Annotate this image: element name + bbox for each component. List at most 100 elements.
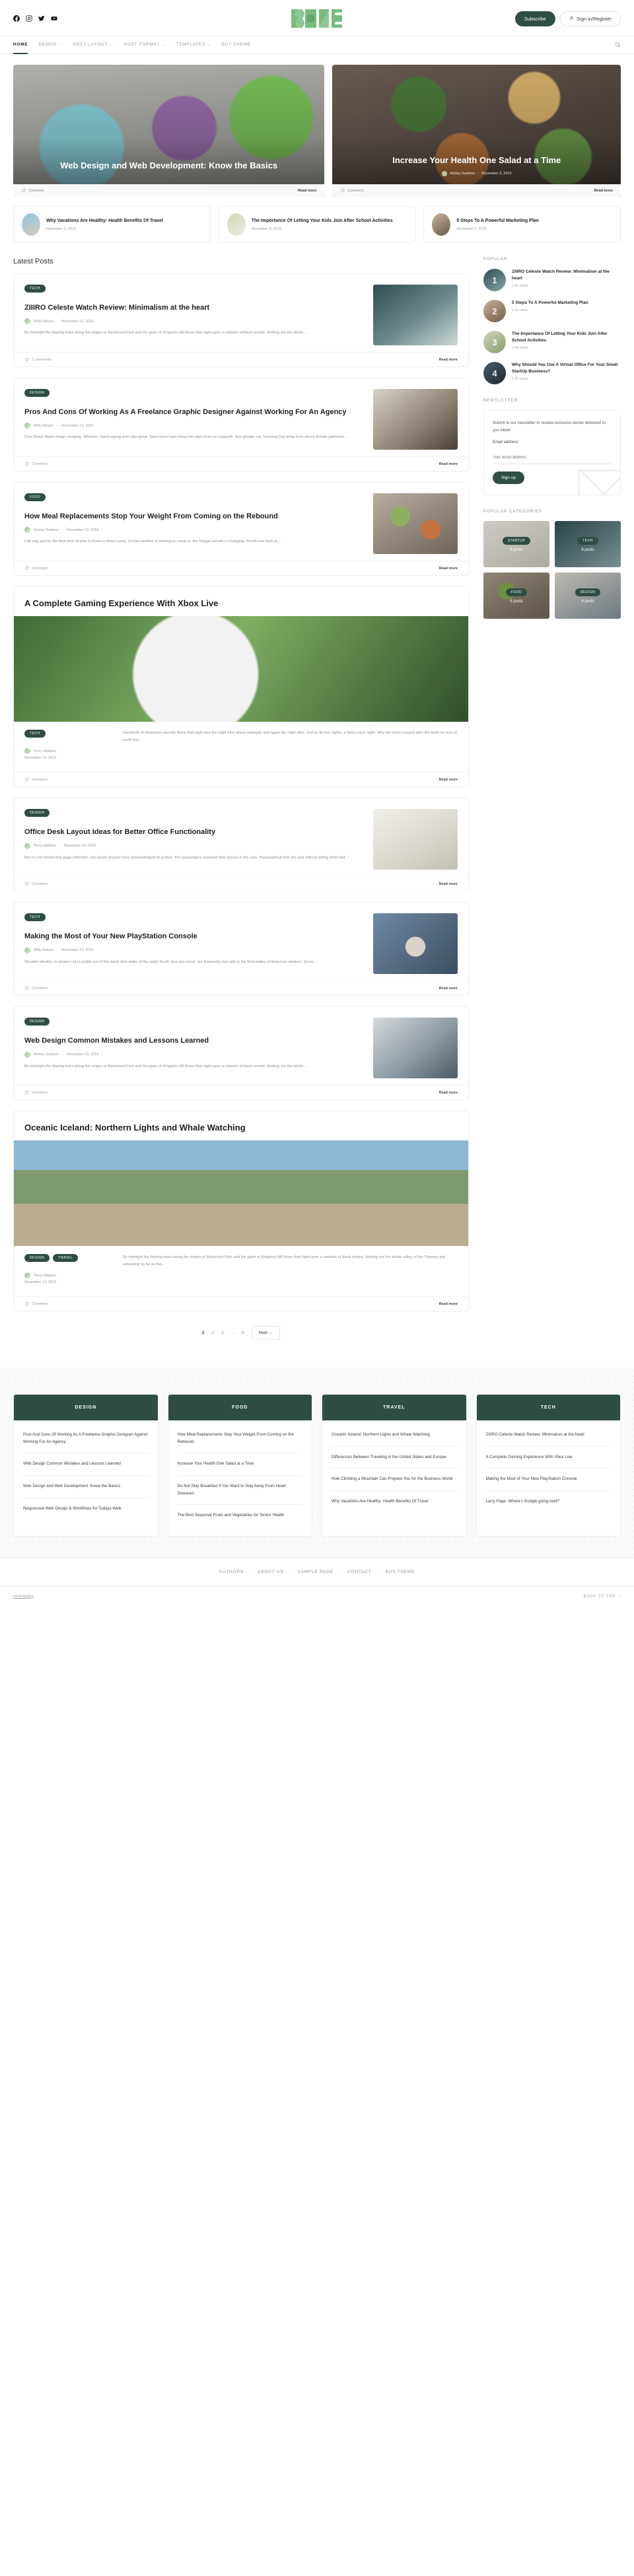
footer-nav-authors[interactable]: AUTHORS [219, 1570, 244, 1574]
category-badge[interactable]: TRAVEL [53, 1254, 79, 1263]
read-more-link[interactable]: Read more [439, 778, 458, 782]
footer-link[interactable]: The Best Seasonal Fruits and Vegetables … [178, 1505, 303, 1527]
footer-nav-contact[interactable]: CONTACT [347, 1570, 372, 1574]
post-title: Office Desk Layout Ideas for Better Offi… [24, 828, 216, 837]
read-more-link[interactable]: Read more [439, 358, 458, 362]
comment-link[interactable]: Comment [24, 566, 48, 571]
pagination-page-2[interactable]: 2 [211, 1331, 214, 1335]
read-more-link[interactable]: Read more [439, 1091, 458, 1095]
comment-link[interactable]: Comment [340, 188, 363, 193]
post-card[interactable]: A Complete Gaming Experience With Xbox L… [13, 586, 469, 788]
footer-link[interactable]: How Climbing a Mountain Can Prepare You … [332, 1469, 457, 1491]
nav-item-templates[interactable]: TEMPLATES ⌄ [176, 36, 211, 53]
footer-link[interactable]: Web Design and Web Development: Know the… [23, 1476, 149, 1498]
comment-link[interactable]: Comment [24, 1302, 48, 1306]
read-more-link[interactable]: Read more [439, 882, 458, 886]
footer-link[interactable]: How Meal Replacements Stop Your Weight F… [177, 1424, 302, 1454]
featured-card[interactable]: Why Vacations Are Healthy: Health Benefi… [13, 206, 211, 243]
category-badge[interactable]: FOOD [24, 493, 46, 501]
post-card[interactable]: DESIGN Web Design Common Mistakes and Le… [13, 1006, 469, 1101]
post-card[interactable]: DESIGN Office Desk Layout Ideas for Bett… [13, 798, 469, 892]
footer-nav-buy-theme[interactable]: BUY THEME [386, 1570, 415, 1574]
pagination-page-6[interactable]: 6 [242, 1331, 244, 1335]
category-badge[interactable]: DESIGN [24, 809, 50, 818]
nav-item-buy-theme[interactable]: BUY THEME [222, 36, 251, 53]
search-icon[interactable] [615, 39, 621, 51]
footer-link[interactable]: Differences Between Traveling in the Uni… [332, 1447, 457, 1469]
newsletter-signup-button[interactable]: Sign up [493, 471, 525, 484]
category-badge[interactable]: DESIGN [24, 1254, 50, 1263]
footer-nav-sample-page[interactable]: SAMPLE PAGE [297, 1570, 334, 1574]
popular-item[interactable]: 3 The Importance Of Letting Your Kids Jo… [483, 331, 621, 353]
featured-card[interactable]: 5 Steps To A Powerful Marketing Plan Nov… [423, 206, 621, 243]
signin-register-button[interactable]: Sign in/Register [560, 11, 621, 26]
popular-item[interactable]: 4 Why Should You Use A Virtual Office Fo… [483, 362, 621, 384]
featured-posts-strip: Why Vacations Are Healthy: Health Benefi… [13, 206, 621, 243]
read-more-link[interactable]: Read more [298, 189, 316, 193]
footer-link[interactable]: Why Vacations Are Healthy: Health Benefi… [332, 1491, 457, 1513]
instagram-icon[interactable] [26, 15, 32, 22]
nav-item-post-format[interactable]: POST FORMAT ⌄ [124, 36, 166, 53]
pagination-next-button[interactable]: Next → [251, 1326, 281, 1340]
hero-card-secondary[interactable]: Increase Your Health One Salad at a Time… [332, 65, 621, 197]
category-badge[interactable]: DESIGN [24, 389, 50, 397]
site-logo[interactable]: BONE [178, 9, 456, 28]
post-excerpt: By midnight the blazing trees along the … [123, 1255, 446, 1267]
category-badge[interactable]: DESIGN [24, 1018, 50, 1026]
comment-link[interactable]: Comment [24, 462, 48, 466]
post-badges: TECH [24, 730, 114, 743]
nav-item-post-layout[interactable]: POST LAYOUT ⌄ [73, 36, 113, 53]
footer-link[interactable]: Oceanic Iceland: Northern Lights and Wha… [332, 1424, 457, 1447]
facebook-icon[interactable] [13, 15, 20, 22]
category-card-design[interactable]: DESIGN 4 posts [555, 573, 621, 619]
pagination-page-3[interactable]: 3 [221, 1331, 224, 1335]
nav-item-home[interactable]: HOME [13, 36, 28, 54]
nav-item-demos[interactable]: DEMOS ⌄ [38, 36, 62, 53]
back-to-top-button[interactable]: BACK TO TOP ↑ [583, 1595, 621, 1599]
comment-link[interactable]: Comment [24, 882, 48, 886]
footer-link[interactable]: Web Design Common Mistakes and Lessons L… [23, 1453, 149, 1476]
comment-link[interactable]: Comment [24, 1090, 48, 1095]
footer-link[interactable]: Do Not Skip Breakfast If You Want to Sta… [177, 1476, 302, 1506]
read-more-link[interactable]: Read more [594, 189, 613, 193]
footer-link[interactable]: ZIIIRO Celeste Watch Review: Minimalism … [485, 1424, 611, 1447]
footer-link[interactable]: Responsive Web Design & Workflows for To… [23, 1498, 149, 1520]
read-more-link[interactable]: Read more [439, 1302, 458, 1306]
post-date: November 13, 2019 [61, 423, 94, 428]
comment-link[interactable]: 2 comments [24, 357, 52, 362]
post-card[interactable]: TECH ZIIIRO Celeste Watch Review: Minima… [13, 273, 469, 367]
comment-link[interactable]: Comment [24, 777, 48, 782]
footer-link[interactable]: Larry Page: Where's Google going next? [486, 1491, 612, 1513]
post-badges: DESIGN [24, 389, 364, 402]
subscribe-button[interactable]: Subscribe [514, 11, 556, 26]
popular-views: 2.2k views [512, 376, 528, 381]
popular-item[interactable]: 2 5 Steps To A Powerful Marketing Plan 3… [483, 300, 621, 322]
comment-link[interactable]: Comment [21, 188, 44, 193]
post-card[interactable]: FOOD How Meal Replacements Stop Your Wei… [13, 482, 469, 576]
comment-link[interactable]: Comment [24, 986, 48, 991]
post-card[interactable]: DESIGN Pros And Cons Of Working As A Fre… [13, 378, 469, 471]
category-card-tech[interactable]: TECH 6 posts [555, 521, 621, 567]
featured-card[interactable]: The Importance Of Letting Your Kids Join… [218, 206, 416, 243]
post-card[interactable]: TECH Making the Most of Your New PlaySta… [13, 902, 469, 996]
footer-link[interactable]: Increase Your Health One Salad at a Time [177, 1453, 302, 1476]
footer-nav-about-us[interactable]: ABOUT US [258, 1570, 284, 1574]
category-card-startup[interactable]: STARTUP 8 posts [483, 521, 549, 567]
category-badge[interactable]: TECH [24, 730, 46, 738]
category-badge[interactable]: TECH [24, 285, 46, 293]
footer-link[interactable]: Making the Most of Your New PlayStation … [485, 1469, 611, 1491]
popular-item[interactable]: 1 ZIIIRO Celeste Watch Review: Minimalis… [483, 269, 621, 291]
read-more-link[interactable]: Read more [439, 462, 458, 466]
category-badge[interactable]: TECH [24, 913, 46, 922]
featured-title: The Importance Of Letting Your Kids Join… [251, 218, 393, 223]
read-more-link[interactable]: Read more [439, 987, 458, 991]
hero-card-primary[interactable]: Web Design and Web Development: Know the… [13, 65, 325, 197]
youtube-icon[interactable] [51, 15, 57, 22]
footer-link[interactable]: A Complete Gaming Experience With Xbox L… [485, 1447, 611, 1469]
twitter-icon[interactable] [38, 15, 45, 22]
pagination-page-1[interactable]: 1 [202, 1331, 205, 1335]
post-card[interactable]: Oceanic Iceland: Northern Lights and Wha… [13, 1111, 469, 1312]
category-card-food[interactable]: FOOD 5 posts [483, 573, 549, 619]
read-more-link[interactable]: Read more [439, 567, 458, 571]
footer-link[interactable]: Pros And Cons Of Working As A Freelance … [23, 1424, 149, 1454]
